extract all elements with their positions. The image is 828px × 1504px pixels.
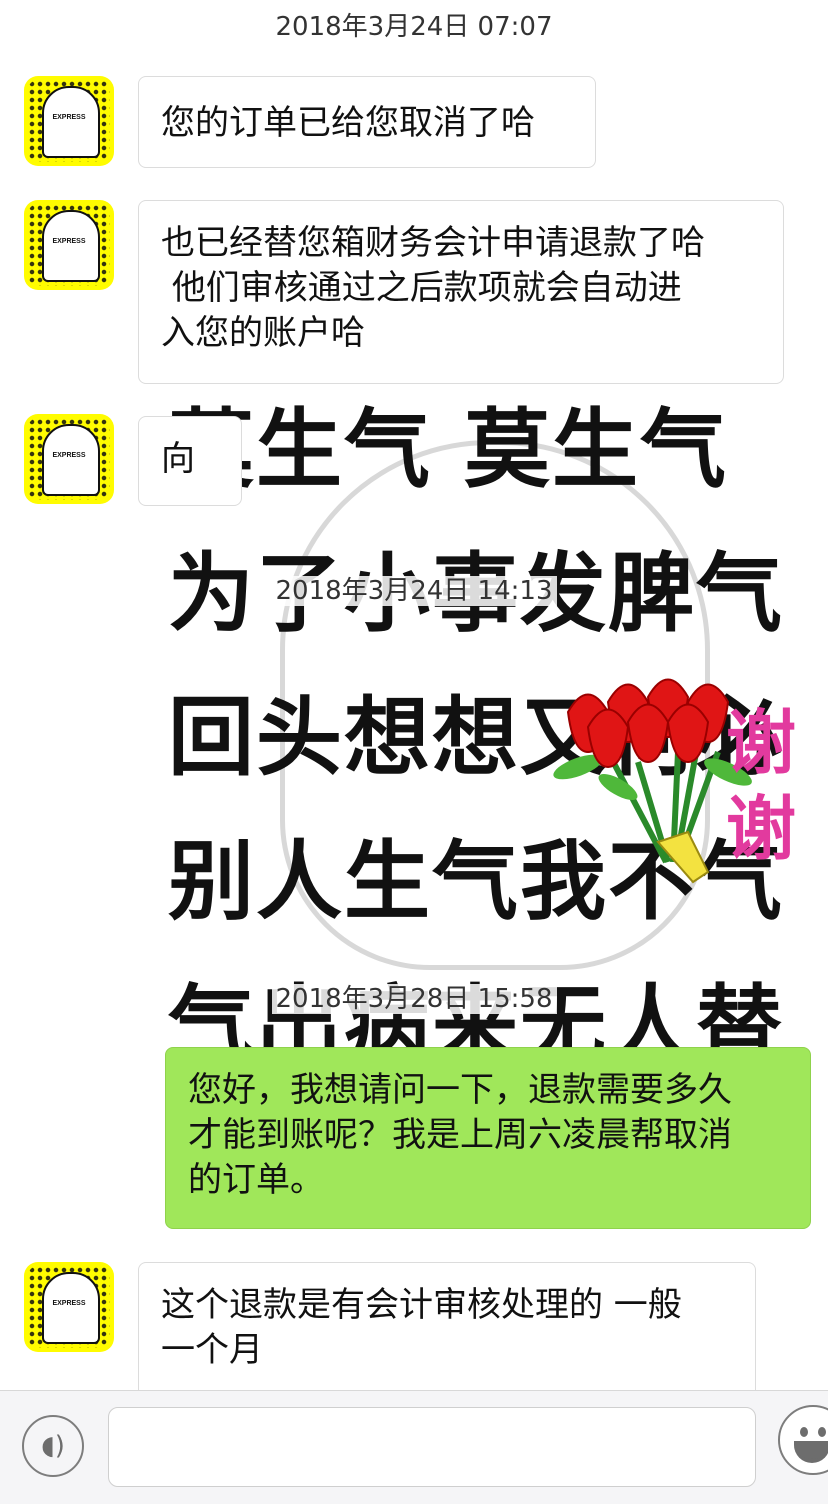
avatar[interactable]: EXPRESS <box>24 200 114 290</box>
message-input[interactable] <box>108 1407 756 1487</box>
ghost-icon <box>42 1272 100 1344</box>
ghost-icon <box>42 210 100 282</box>
input-bar: ◖) <box>0 1390 828 1504</box>
emoji-button[interactable] <box>778 1405 828 1475</box>
thanks-text: 谢谢 <box>726 701 796 870</box>
message-bubble-outgoing[interactable]: 您好，我想请问一下，退款需要多久 才能到账呢？我是上周六凌晨帮取消 的订单。 <box>165 1047 811 1229</box>
avatar[interactable]: EXPRESS <box>24 1262 114 1352</box>
message-bubble[interactable]: 也已经替您箱财务会计申请退款了哈 他们审核通过之后款项就会自动进 入您的账户哈 <box>138 200 784 384</box>
avatar-label: EXPRESS <box>52 238 86 245</box>
sticker-line: 莫生气 莫生气 <box>168 400 728 500</box>
avatar-label: EXPRESS <box>52 452 86 459</box>
chat-area[interactable]: 莫生气 莫生气 为了小事发脾气 回头想想又何必 别人生气我不气 气出病来无人替 <box>0 0 828 1390</box>
emoji-icon <box>800 1427 808 1437</box>
voice-icon: ◖) <box>41 1431 65 1461</box>
avatar-label: EXPRESS <box>52 1300 86 1307</box>
ghost-icon <box>42 86 100 158</box>
timestamp: 2018年3月24日 07:07 <box>0 6 828 43</box>
voice-button[interactable]: ◖) <box>22 1415 84 1477</box>
emoji-icon <box>794 1441 828 1463</box>
emoji-icon <box>818 1427 826 1437</box>
ghost-icon <box>42 424 100 496</box>
avatar[interactable]: EXPRESS <box>24 414 114 504</box>
message-bubble[interactable]: 您的订单已给您取消了哈 <box>138 76 596 168</box>
timestamp: 2018年3月24日 14:13 <box>0 570 828 607</box>
message-bubble[interactable]: 这个退款是有会计审核处理的 一般 一个月 <box>138 1262 756 1390</box>
avatar[interactable]: EXPRESS <box>24 76 114 166</box>
avatar-label: EXPRESS <box>52 114 86 121</box>
timestamp: 2018年3月28日 15:58 <box>0 978 828 1015</box>
message-bubble[interactable]: 向 <box>138 416 242 506</box>
